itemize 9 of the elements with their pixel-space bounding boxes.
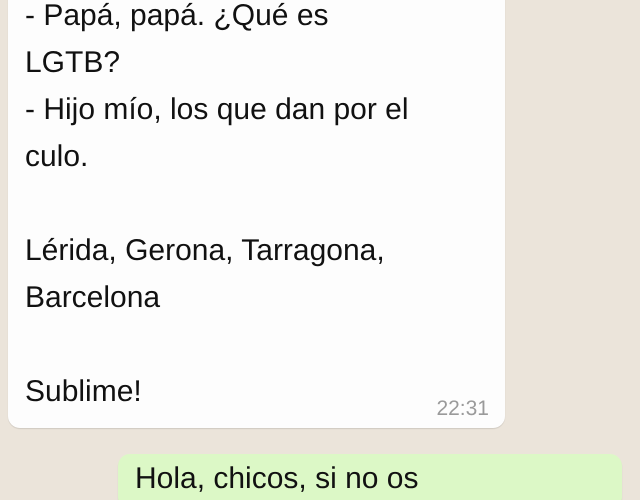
- message-text: - Papá, papá. ¿Qué es: [25, 0, 330, 34]
- message-text: Hola, chicos, si no os: [135, 462, 420, 496]
- message-text: - Hijo mío, los que dan por el: [25, 92, 410, 128]
- message-text: Lérida, Gerona, Tarragona,: [25, 233, 386, 269]
- message-text: LGTB?: [25, 45, 122, 81]
- message-text: Sublime!: [25, 374, 142, 410]
- message-text: Barcelona: [25, 280, 162, 316]
- message-time: 22:31: [436, 397, 489, 421]
- message-text: culo.: [25, 139, 90, 175]
